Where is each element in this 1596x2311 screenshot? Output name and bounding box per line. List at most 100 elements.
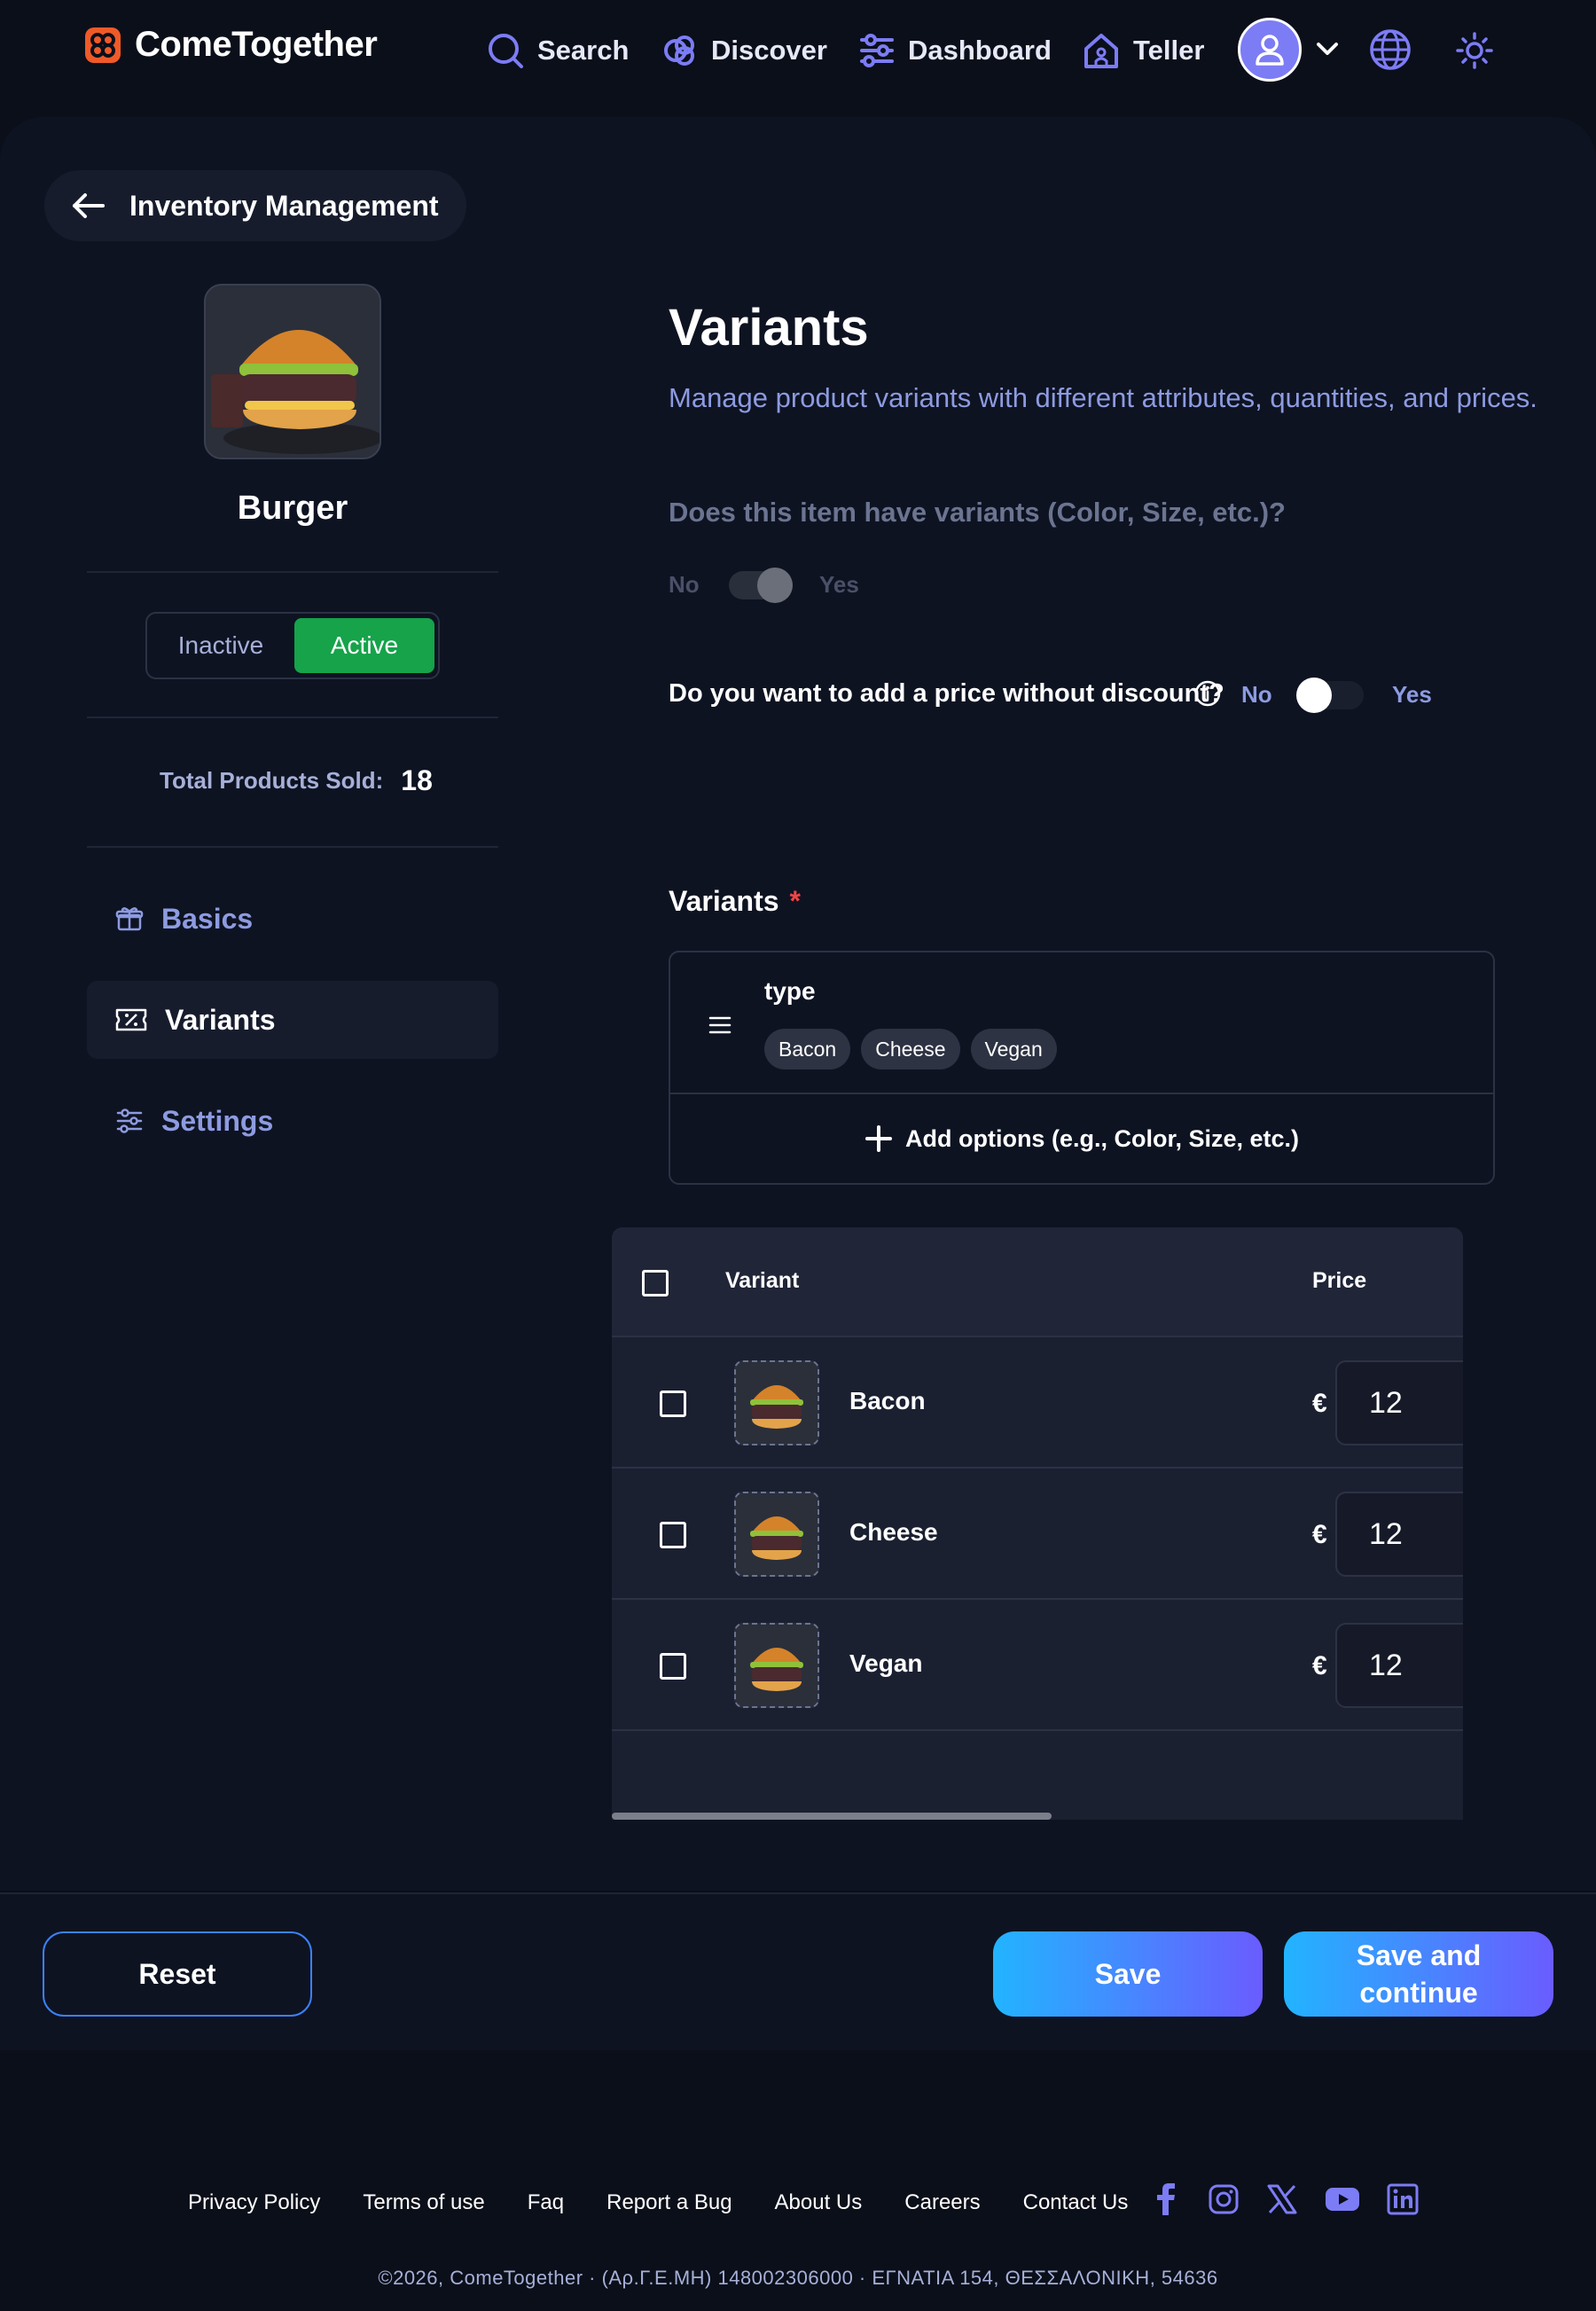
status-toggle[interactable]: Inactive Active: [145, 612, 440, 679]
footer-link-careers[interactable]: Careers: [904, 2190, 980, 2215]
nav-dashboard[interactable]: Dashboard: [858, 20, 1052, 82]
row-checkbox[interactable]: [660, 1522, 686, 1548]
total-sold: Total Products Sold: 18: [160, 764, 433, 797]
currency-symbol: €: [1312, 1520, 1327, 1549]
sidebar-item-basics[interactable]: Basics: [87, 880, 498, 958]
back-to-inventory-button[interactable]: Inventory Management: [44, 170, 466, 241]
nav-search[interactable]: Search: [486, 20, 629, 82]
copyright: ©2026, ComeTogether · (Αρ.Γ.Ε.ΜΗ) 148002…: [378, 2267, 1218, 2289]
scrollbar-thumb[interactable]: [612, 1813, 1052, 1820]
table-row: Vegan € 12: [612, 1600, 1463, 1731]
nav-discover[interactable]: Discover: [661, 20, 827, 82]
back-label: Inventory Management: [129, 189, 439, 222]
currency-symbol: €: [1312, 1651, 1327, 1680]
nav-search-label: Search: [537, 35, 630, 66]
variant-name: Cheese: [849, 1518, 938, 1546]
sidebar-divider: [87, 846, 498, 848]
variant-name: Bacon: [849, 1387, 926, 1414]
has-variants-question: Does this item have variants (Color, Siz…: [669, 497, 1286, 528]
option-chip[interactable]: Vegan: [970, 1029, 1057, 1069]
row-checkbox[interactable]: [660, 1391, 686, 1417]
facebook-icon[interactable]: [1154, 2182, 1181, 2217]
select-all-checkbox[interactable]: [642, 1270, 669, 1297]
youtube-icon[interactable]: [1325, 2186, 1360, 2213]
discount-toggle-knob: [1296, 678, 1332, 713]
top-navigation: ComeTogether Search Discover Dashboard T…: [0, 0, 1596, 98]
footer-link-privacy[interactable]: Privacy Policy: [188, 2190, 320, 2215]
sliders-icon: [115, 1107, 144, 1135]
price-input[interactable]: 12: [1335, 1360, 1463, 1445]
option-group-name[interactable]: type: [764, 977, 816, 1006]
sun-icon[interactable]: [1456, 32, 1493, 69]
footer-link-terms[interactable]: Terms of use: [363, 2190, 484, 2215]
user-icon: [1252, 32, 1287, 67]
page-subtitle: Manage product variants with different a…: [669, 382, 1537, 413]
column-variant: Variant: [725, 1268, 800, 1293]
nav-teller[interactable]: Teller: [1082, 20, 1204, 82]
sidebar-divider: [87, 571, 498, 573]
column-price: Price: [1312, 1268, 1367, 1293]
action-bar: Reset Save Save and continue: [0, 1892, 1596, 2050]
chevron-down-icon[interactable]: [1314, 35, 1341, 62]
globe-icon[interactable]: [1369, 28, 1412, 71]
table-header: Variant Price: [612, 1227, 1463, 1337]
variants-section-heading: Variants *: [669, 885, 801, 918]
footer-link-contact[interactable]: Contact Us: [1023, 2190, 1129, 2215]
currency-symbol: €: [1312, 1389, 1327, 1418]
footer-link-faq[interactable]: Faq: [528, 2190, 564, 2215]
option-chip[interactable]: Bacon: [764, 1029, 851, 1069]
variant-name: Vegan: [849, 1649, 923, 1677]
arrow-left-icon: [71, 192, 106, 220]
save-button[interactable]: Save: [993, 1931, 1263, 2017]
footer-links: Privacy Policy Terms of use Faq Report a…: [188, 2190, 1128, 2215]
instagram-icon[interactable]: [1208, 2183, 1240, 2215]
has-variants-yes-label: Yes: [819, 571, 859, 598]
discover-icon: [661, 32, 699, 69]
product-image[interactable]: [204, 284, 381, 459]
total-sold-label: Total Products Sold:: [160, 767, 384, 794]
table-row: Cheese € 12: [612, 1469, 1463, 1600]
option-chip[interactable]: Cheese: [861, 1029, 960, 1069]
search-icon: [486, 31, 525, 70]
plus-icon: [864, 1124, 893, 1153]
social-links: [1154, 2182, 1419, 2217]
add-options-button[interactable]: Add options (e.g., Color, Size, etc.): [670, 1094, 1493, 1183]
footer-link-report-bug[interactable]: Report a Bug: [606, 2190, 732, 2215]
variants-heading-text: Variants: [669, 885, 779, 917]
sidebar-divider: [87, 717, 498, 718]
variant-image[interactable]: [734, 1623, 819, 1708]
status-inactive-option[interactable]: Inactive: [147, 614, 294, 678]
variant-image[interactable]: [734, 1360, 819, 1445]
sidebar-item-label: Basics: [161, 902, 254, 935]
option-values: Bacon Cheese Vegan: [764, 1029, 1057, 1069]
avatar[interactable]: [1238, 18, 1302, 82]
option-group-card: type Bacon Cheese Vegan Add options (e.g…: [669, 951, 1495, 1185]
has-variants-toggle-knob: [757, 568, 793, 603]
discount-question: Do you want to add a price without disco…: [669, 679, 1224, 708]
reset-button[interactable]: Reset: [43, 1931, 312, 2017]
sidebar-item-variants[interactable]: Variants: [87, 981, 498, 1059]
footer-link-about[interactable]: About Us: [775, 2190, 863, 2215]
sidebar-item-label: Settings: [161, 1104, 274, 1137]
add-options-label: Add options (e.g., Color, Size, etc.): [904, 1124, 1300, 1152]
status-active-option[interactable]: Active: [294, 618, 434, 673]
price-input[interactable]: 12: [1335, 1492, 1463, 1577]
has-variants-no-label: No: [669, 571, 700, 598]
discount-no-label: No: [1241, 681, 1272, 708]
variant-image[interactable]: [734, 1492, 819, 1577]
linkedin-icon[interactable]: [1387, 2183, 1419, 2215]
drag-handle-icon[interactable]: [708, 1013, 732, 1038]
table-row: Bacon € 12: [612, 1337, 1463, 1469]
nav-teller-label: Teller: [1133, 35, 1205, 66]
row-checkbox[interactable]: [660, 1653, 686, 1680]
price-input[interactable]: 12: [1335, 1623, 1463, 1708]
discount-yes-label: Yes: [1392, 681, 1432, 708]
x-icon[interactable]: [1266, 2184, 1298, 2214]
sliders-icon: [858, 32, 896, 69]
logo-icon: [83, 26, 122, 65]
sidebar-item-settings[interactable]: Settings: [87, 1082, 498, 1160]
info-icon[interactable]: [1193, 679, 1222, 708]
brand-logo[interactable]: ComeTogether: [83, 25, 378, 65]
save-and-continue-button[interactable]: Save and continue: [1284, 1931, 1553, 2017]
home-icon: [1082, 31, 1121, 70]
